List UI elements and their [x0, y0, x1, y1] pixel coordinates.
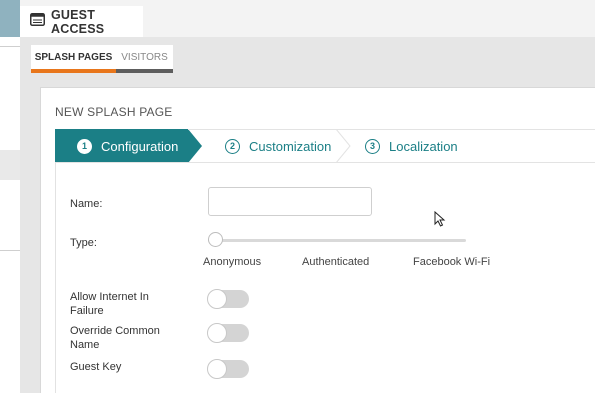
- tab-visitors[interactable]: VISITORS: [116, 45, 173, 73]
- step-number: 2: [225, 138, 240, 154]
- wizard-step-customization[interactable]: 2 Customization: [225, 129, 331, 163]
- subtab-bar: SPLASH PAGES VISITORS: [20, 37, 595, 85]
- type-slider-handle[interactable]: [208, 232, 223, 247]
- name-input[interactable]: [208, 187, 372, 216]
- toggle-knob: [207, 289, 227, 309]
- configuration-form: Name: Type: Anonymous Authenticated Face…: [55, 163, 595, 393]
- type-label: Type:: [70, 237, 97, 249]
- type-option-anonymous[interactable]: Anonymous: [203, 256, 261, 268]
- type-option-authenticated[interactable]: Authenticated: [302, 256, 369, 268]
- type-slider-track[interactable]: [208, 239, 466, 242]
- step-number: 1: [77, 138, 92, 154]
- step-number: 3: [365, 138, 380, 154]
- guest-key-toggle[interactable]: [207, 359, 249, 379]
- header-tab[interactable]: GUEST ACCESS: [20, 6, 143, 37]
- step-label: Configuration: [101, 138, 179, 154]
- panel-title: NEW SPLASH PAGE: [55, 105, 173, 119]
- splash-page-panel: NEW SPLASH PAGE 1 Configuration 2 Custom…: [40, 87, 595, 393]
- wizard-steps: 1 Configuration 2 Customization 3 Locali…: [55, 129, 595, 163]
- header-bar: [143, 6, 595, 37]
- page-title: GUEST ACCESS: [51, 7, 105, 36]
- override-common-name-label: Override Common Name: [70, 325, 160, 351]
- window-icon: [30, 12, 45, 31]
- left-rail-accent: [0, 0, 20, 37]
- left-rail-selected-item[interactable]: [0, 150, 20, 180]
- step-label: Customization: [249, 138, 332, 154]
- allow-internet-toggle[interactable]: [207, 289, 249, 309]
- allow-internet-label: Allow Internet In Failure: [70, 291, 149, 317]
- wizard-step-localization[interactable]: 3 Localization: [365, 129, 458, 163]
- mouse-cursor-icon: [434, 210, 446, 232]
- left-rail-divider: [0, 46, 20, 47]
- tab-splash-pages[interactable]: SPLASH PAGES: [31, 45, 116, 73]
- left-rail: [0, 0, 20, 393]
- type-option-facebook-wifi[interactable]: Facebook Wi-Fi: [413, 256, 490, 268]
- guest-key-label: Guest Key: [70, 361, 122, 373]
- wizard-step-configuration[interactable]: 1 Configuration: [77, 129, 178, 163]
- name-label: Name:: [70, 198, 103, 210]
- left-rail-divider: [0, 250, 20, 251]
- step-label: Localization: [389, 138, 458, 154]
- toggle-knob: [207, 359, 227, 379]
- toggle-knob: [207, 323, 227, 343]
- override-common-name-toggle[interactable]: [207, 323, 249, 343]
